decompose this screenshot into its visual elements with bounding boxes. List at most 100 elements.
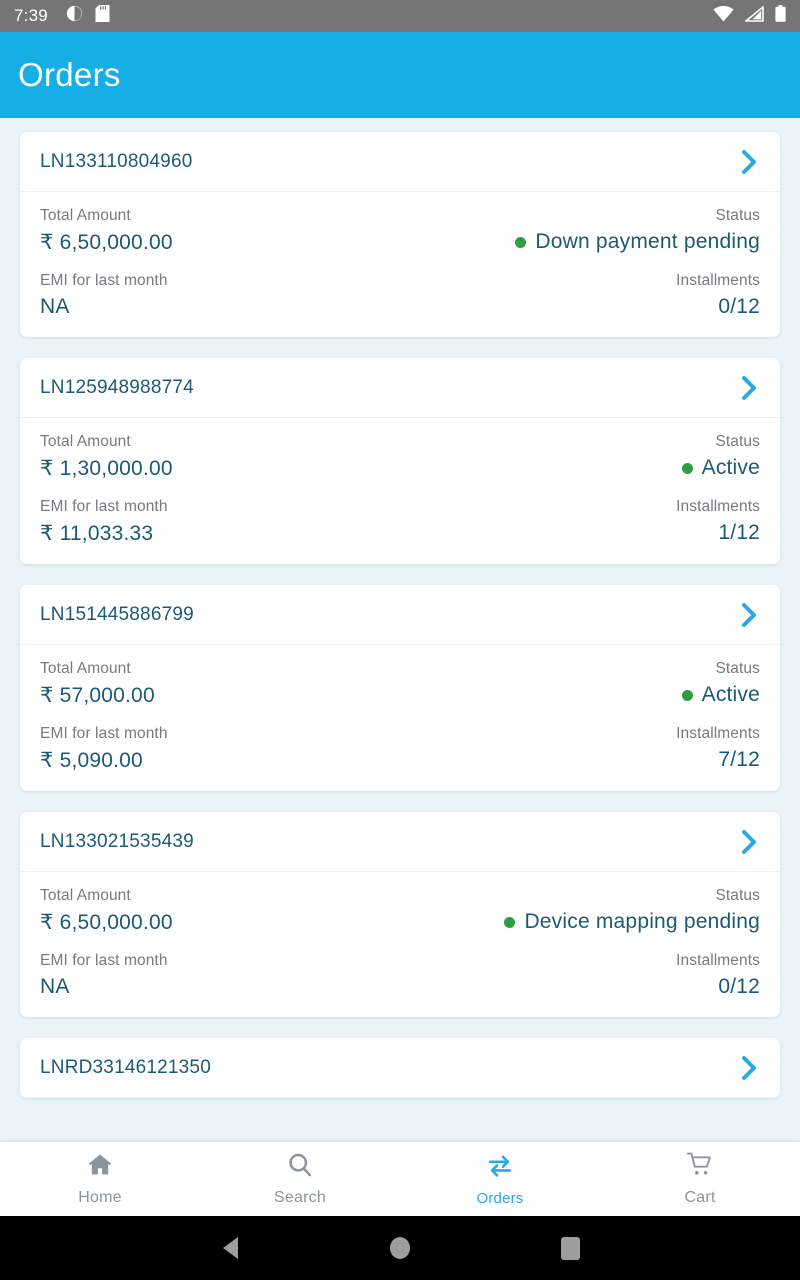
bottom-nav-label: Home (78, 1189, 122, 1206)
exchange-arrows-icon (486, 1152, 514, 1185)
emi-value: NA (40, 975, 70, 998)
sd-card-icon (95, 5, 110, 27)
back-triangle-icon (222, 1237, 238, 1259)
android-home-button[interactable] (315, 1237, 485, 1259)
order-card-body: Total Amount ₹ 6,50,000.00 Status Down paym… (20, 192, 780, 337)
bottom-nav-item-cart[interactable]: Cart (600, 1151, 800, 1207)
order-row-emi-installments: EMI for last month ₹ 5,090.00 Installments… (40, 725, 760, 773)
total-amount-field: Total Amount ₹ 6,50,000.00 (40, 887, 173, 935)
installments-label: Installments (676, 498, 760, 515)
status-label: Status (715, 207, 760, 224)
android-navigation-bar (0, 1216, 800, 1280)
bottom-navigation-bar: Home Search Orders Cart (0, 1142, 800, 1216)
bottom-nav-label: Search (274, 1189, 326, 1206)
order-row-emi-installments: EMI for last month ₹ 11,033.33 Installment… (40, 498, 760, 546)
total-amount-value: ₹ 1,30,000.00 (40, 457, 173, 480)
installments-value: 7/12 (718, 748, 760, 771)
wifi-icon (713, 5, 734, 27)
order-card[interactable]: LNRD33146121350 (20, 1038, 780, 1098)
order-card-header[interactable]: LN125948988774 (20, 358, 780, 418)
order-loan-id: LN133110804960 (40, 150, 193, 172)
order-card-header[interactable]: LN133021535439 (20, 812, 780, 872)
total-amount-label: Total Amount (40, 433, 131, 450)
total-amount-field: Total Amount ₹ 57,000.00 (40, 660, 155, 708)
installments-value: 1/12 (718, 521, 760, 544)
installments-field: Installments 1/12 (676, 498, 760, 545)
chevron-right-icon[interactable] (738, 600, 760, 630)
emi-field: EMI for last month ₹ 5,090.00 (40, 725, 168, 773)
status-dot-icon (504, 916, 516, 928)
order-row-amount-status: Total Amount ₹ 6,50,000.00 Status Down paym… (40, 207, 760, 255)
status-field: Status Active (681, 660, 760, 707)
order-row-emi-installments: EMI for last month NA Installments 0/12 (40, 272, 760, 319)
status-bar-right-icons (713, 4, 786, 27)
android-recents-button[interactable] (485, 1236, 655, 1260)
order-card-header[interactable]: LN151445886799 (20, 585, 780, 645)
order-card-body: Total Amount ₹ 57,000.00 Status Active EMI f… (20, 645, 780, 791)
home-icon (86, 1151, 114, 1184)
status-dot-icon (681, 462, 693, 474)
total-amount-value: ₹ 6,50,000.00 (40, 231, 173, 254)
total-amount-field: Total Amount ₹ 1,30,000.00 (40, 433, 173, 481)
emi-value: NA (40, 295, 70, 318)
page-title: Orders (18, 56, 121, 93)
total-amount-label: Total Amount (40, 207, 131, 224)
bottom-nav-item-search[interactable]: Search (200, 1151, 400, 1207)
android-back-button[interactable] (145, 1237, 315, 1259)
status-dot-icon (515, 236, 527, 248)
emi-label: EMI for last month (40, 272, 168, 289)
recents-square-icon (560, 1236, 580, 1260)
order-row-amount-status: Total Amount ₹ 6,50,000.00 Status Device ma… (40, 887, 760, 935)
status-bar: 7:39 (0, 0, 800, 32)
bottom-nav-item-home[interactable]: Home (0, 1151, 200, 1207)
emi-value: ₹ 11,033.33 (40, 522, 154, 545)
order-card-header[interactable]: LN133110804960 (20, 132, 780, 192)
installments-label: Installments (676, 725, 760, 742)
installments-value: 0/12 (718, 975, 760, 998)
order-loan-id: LN151445886799 (40, 603, 194, 625)
chevron-right-icon[interactable] (738, 147, 760, 177)
installments-field: Installments 0/12 (676, 952, 760, 999)
order-loan-id: LNRD33146121350 (40, 1056, 211, 1078)
app-bar: Orders (0, 32, 800, 118)
order-loan-id: LN133021535439 (40, 830, 194, 852)
total-amount-value: ₹ 6,50,000.00 (40, 911, 173, 934)
status-badge: Active (681, 456, 760, 480)
bottom-nav-item-orders[interactable]: Orders (400, 1152, 600, 1207)
chevron-right-icon[interactable] (738, 827, 760, 857)
status-label: Status (715, 887, 760, 904)
status-field: Status Down payment pending (515, 207, 760, 254)
status-value: Active (701, 456, 760, 479)
total-amount-field: Total Amount ₹ 6,50,000.00 (40, 207, 173, 255)
total-amount-label: Total Amount (40, 660, 131, 677)
orders-list[interactable]: LN133110804960 Total Amount ₹ 6,50,000.00 S… (0, 118, 800, 1206)
installments-field: Installments 0/12 (676, 272, 760, 319)
order-card-header[interactable]: LNRD33146121350 (20, 1038, 780, 1098)
installments-value: 0/12 (718, 295, 760, 318)
status-badge: Active (681, 683, 760, 707)
screen-record-icon (66, 5, 83, 27)
status-field: Status Active (681, 433, 760, 480)
status-badge: Down payment pending (515, 230, 760, 254)
total-amount-label: Total Amount (40, 887, 131, 904)
home-circle-icon (390, 1237, 410, 1259)
search-icon (286, 1151, 314, 1184)
order-row-amount-status: Total Amount ₹ 57,000.00 Status Active (40, 660, 760, 708)
order-card-body: Total Amount ₹ 1,30,000.00 Status Active EMI… (20, 418, 780, 564)
order-card[interactable]: LN125948988774 Total Amount ₹ 1,30,000.00 S… (20, 358, 780, 564)
order-loan-id: LN125948988774 (40, 376, 194, 398)
order-card[interactable]: LN151445886799 Total Amount ₹ 57,000.00 Sta… (20, 585, 780, 791)
chevron-right-icon[interactable] (738, 1053, 760, 1083)
chevron-right-icon[interactable] (738, 373, 760, 403)
installments-label: Installments (676, 952, 760, 969)
order-card[interactable]: LN133021535439 Total Amount ₹ 6,50,000.00 S… (20, 812, 780, 1017)
status-value: Active (701, 683, 760, 706)
order-card[interactable]: LN133110804960 Total Amount ₹ 6,50,000.00 S… (20, 132, 780, 337)
installments-field: Installments 7/12 (676, 725, 760, 772)
emi-field: EMI for last month NA (40, 952, 168, 999)
bottom-nav-label: Orders (476, 1189, 524, 1207)
status-bar-left-icons (66, 5, 110, 27)
status-label: Status (715, 433, 760, 450)
status-value: Down payment pending (535, 230, 760, 253)
battery-icon (775, 5, 786, 27)
